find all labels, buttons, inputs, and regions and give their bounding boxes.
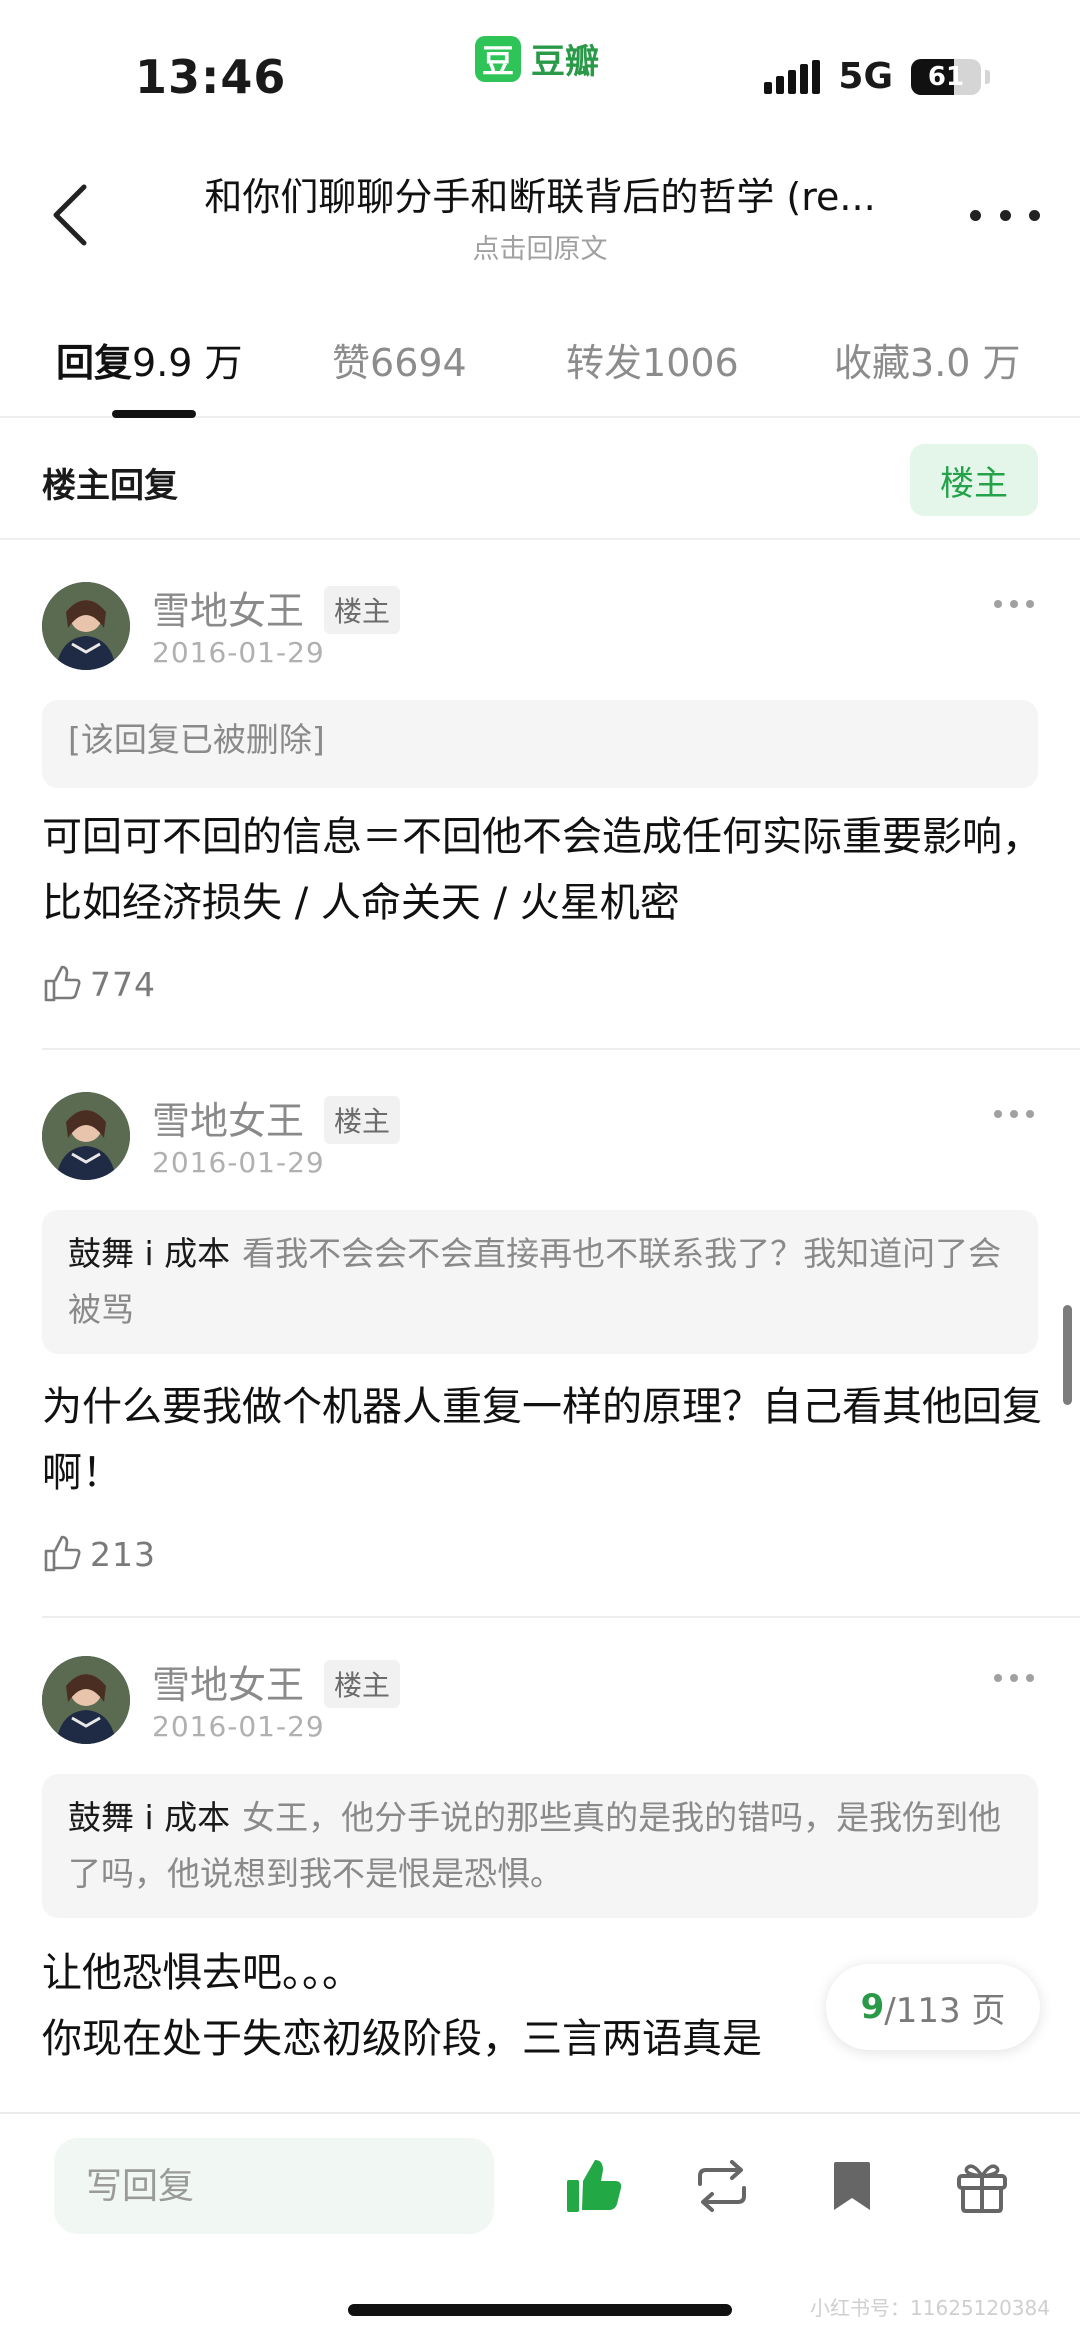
gift-icon xyxy=(957,2164,1007,2213)
back-to-original-link[interactable]: 点击回原文 xyxy=(160,227,920,266)
back-button[interactable] xyxy=(40,180,100,250)
tab-reposts[interactable]: 转发1006 xyxy=(566,332,739,387)
total-pages: /113 页 xyxy=(884,1990,1006,2031)
like-button[interactable]: 774 xyxy=(42,964,156,1004)
network-type: 5G xyxy=(838,56,893,97)
quoted-reply[interactable]: 鼓舞 i 成本 女王，他分手说的那些真的是我的错吗，是我伤到他了吗，他说想到我不是… xyxy=(42,1774,1038,1919)
tab-bar: 回复9.9 万 赞6694 转发1006 收藏3.0 万 xyxy=(0,320,1080,418)
quote-text: [该回复已被删除] xyxy=(68,720,325,759)
home-indicator[interactable] xyxy=(348,2304,732,2316)
comment-date: 2016-01-29 xyxy=(152,636,325,669)
tab-likes[interactable]: 赞6694 xyxy=(332,332,467,387)
comment-date: 2016-01-29 xyxy=(152,1146,325,1179)
page-indicator[interactable]: 9/113 页 xyxy=(826,1964,1040,2050)
comment-more-button[interactable] xyxy=(994,1110,1034,1120)
comment-more-button[interactable] xyxy=(994,1674,1034,1684)
comment-date: 2016-01-29 xyxy=(152,1710,325,1743)
op-badge: 楼主 xyxy=(324,1660,401,1708)
chevron-left-icon xyxy=(53,184,87,246)
avatar[interactable] xyxy=(42,1092,130,1180)
comment-more-button[interactable] xyxy=(994,600,1034,610)
bookmark-icon xyxy=(834,2162,870,2210)
deleted-quote: [该回复已被删除] xyxy=(42,700,1038,788)
app-badge: 豆 豆瓣 xyxy=(475,34,599,83)
battery-icon: 61 xyxy=(911,58,981,95)
quote-username[interactable]: 鼓舞 i 成本 xyxy=(68,1234,230,1273)
repost-button[interactable] xyxy=(692,2156,752,2216)
divider xyxy=(42,1616,1080,1618)
avatar[interactable] xyxy=(42,582,130,670)
status-time: 13:46 xyxy=(135,50,287,104)
tab-collections[interactable]: 收藏3.0 万 xyxy=(834,332,1021,387)
douban-logo-icon: 豆 xyxy=(475,35,521,82)
comment-item: 雪地女王 楼主 2016-01-29 鼓舞 i 成本 看我不会会不会直接再也不联系… xyxy=(0,1050,1080,1620)
username[interactable]: 雪地女王 xyxy=(152,580,304,635)
thumbs-up-icon xyxy=(44,1535,81,1572)
username[interactable]: 雪地女王 xyxy=(152,1090,304,1145)
watermark: 小红书号：11625120384 xyxy=(810,2296,1050,2320)
op-badge: 楼主 xyxy=(324,1096,401,1144)
more-options-button[interactable] xyxy=(970,200,1040,230)
owner-filter-button[interactable]: 楼主 xyxy=(910,444,1038,516)
like-count: 213 xyxy=(90,1534,156,1574)
bookmark-button[interactable] xyxy=(822,2156,882,2216)
quote-username[interactable]: 鼓舞 i 成本 xyxy=(68,1798,230,1837)
current-page: 9 xyxy=(860,1987,885,2027)
like-post-button[interactable] xyxy=(564,2156,624,2216)
scrollbar-thumb[interactable] xyxy=(1063,1305,1072,1405)
active-tab-indicator xyxy=(112,410,196,418)
gift-button[interactable] xyxy=(952,2156,1012,2216)
owner-replies-title: 楼主回复 xyxy=(42,466,178,506)
like-count: 774 xyxy=(90,964,156,1004)
nav-header: 和你们聊聊分手和断联背后的哲学 (re... 点击回原文 xyxy=(0,150,1080,280)
op-badge: 楼主 xyxy=(324,586,401,634)
username[interactable]: 雪地女王 xyxy=(152,1654,304,1709)
status-bar: 13:46 豆 豆瓣 5G 61 xyxy=(0,0,1080,150)
comment-item: 雪地女王 楼主 2016-01-29 [该回复已被删除] 可回可不回的信息＝不回… xyxy=(0,540,1080,1050)
battery-level: 61 xyxy=(927,61,965,92)
app-name: 豆瓣 xyxy=(531,42,599,82)
thumbs-up-icon xyxy=(567,2160,622,2212)
status-indicators: 5G 61 xyxy=(764,56,990,97)
avatar[interactable] xyxy=(42,1656,130,1744)
quoted-reply[interactable]: 鼓舞 i 成本 看我不会会不会直接再也不联系我了？我知道问了会被骂 xyxy=(42,1210,1038,1355)
like-button[interactable]: 213 xyxy=(42,1534,156,1574)
tab-replies[interactable]: 回复9.9 万 xyxy=(56,332,243,387)
repost-icon xyxy=(698,2160,746,2212)
owner-replies-bar: 楼主回复 楼主 xyxy=(0,420,1080,540)
reply-input[interactable] xyxy=(54,2138,494,2234)
comment-body: 为什么要我做个机器人重复一样的原理？自己看其他回复啊！ xyxy=(42,1384,1042,1496)
signal-icon xyxy=(764,59,821,94)
title-area[interactable]: 和你们聊聊分手和断联背后的哲学 (re... 点击回原文 xyxy=(160,166,920,266)
thumbs-up-icon xyxy=(44,965,81,1002)
comment-body: 可回可不回的信息＝不回他不会造成任何实际重要影响，比如经济损失 / 人命关天 /… xyxy=(42,814,1042,926)
battery-tip xyxy=(985,69,990,84)
page-title[interactable]: 和你们聊聊分手和断联背后的哲学 (re... xyxy=(160,166,920,221)
